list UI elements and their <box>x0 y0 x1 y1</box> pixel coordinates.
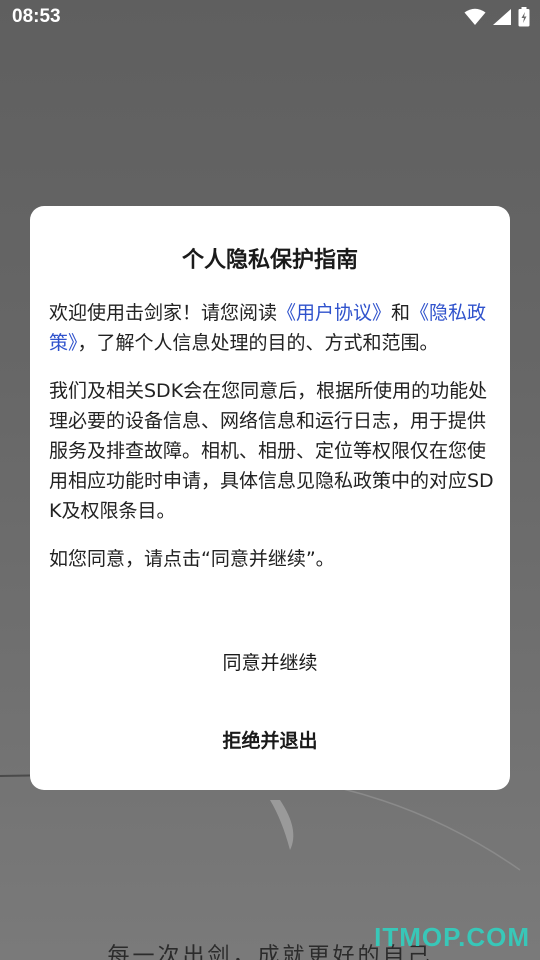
watermark: ITMOP.COM <box>374 922 530 952</box>
user-agreement-link[interactable]: 《用户协议》 <box>277 302 391 324</box>
intro-text-after: ，了解个人信息处理的目的、方式和范围。 <box>77 332 439 354</box>
status-bar: 08:53 <box>0 0 540 36</box>
consent-paragraph: 如您同意，请点击“同意并继续”。 <box>49 548 335 570</box>
sdk-paragraph: 我们及相关SDK会在您同意后，根据所使用的功能处理必要的设备信息、网络信息和运行… <box>49 380 494 522</box>
intro-paragraph: 欢迎使用击剑家！请您阅读《用户协议》和《隐私政策》，了解个人信息处理的目的、方式… <box>49 298 495 358</box>
privacy-dialog: 个人隐私保护指南 欢迎使用击剑家！请您阅读《用户协议》和《隐私政策》，了解个人信… <box>30 206 510 790</box>
status-time: 08:53 <box>12 6 61 27</box>
intro-text-and: 和 <box>391 302 411 324</box>
intro-text-before: 欢迎使用击剑家！请您阅读 <box>49 302 278 324</box>
dialog-title: 个人隐私保护指南 <box>181 248 358 273</box>
dialog-body: 欢迎使用击剑家！请您阅读《用户协议》和《隐私政策》，了解个人信息处理的目的、方式… <box>49 298 495 592</box>
reject-exit-button[interactable]: 拒绝并退出 <box>30 716 510 766</box>
agree-continue-button[interactable]: 同意并继续 <box>30 638 510 688</box>
wifi-icon <box>464 8 486 25</box>
cellular-signal-icon <box>493 9 511 25</box>
battery-charging-icon <box>518 7 530 27</box>
app-screen: 每一次出剑，成就更好的自己 ITMOP.COM 08:53 个人隐私保护指南 欢… <box>0 0 540 960</box>
status-icons <box>464 6 530 28</box>
